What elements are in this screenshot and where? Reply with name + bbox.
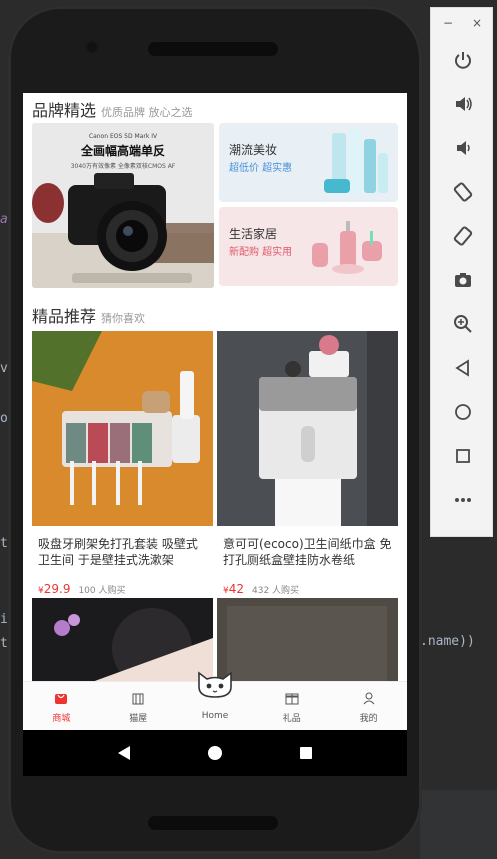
- gift-icon: [253, 690, 330, 706]
- close-button[interactable]: ×: [472, 16, 482, 30]
- zoom-button[interactable]: [431, 302, 494, 346]
- brand-card-home[interactable]: 生活家居 新配购 超实用: [219, 207, 398, 286]
- more-button[interactable]: [431, 478, 494, 522]
- front-camera: [87, 42, 97, 52]
- bottom-tab-bar: 商城 猫屋 Home 礼品 我的: [23, 671, 407, 730]
- product-image-partial: [217, 598, 398, 682]
- back-button[interactable]: [431, 346, 494, 390]
- bath-set-image: [312, 221, 382, 274]
- camera-icon: [454, 273, 471, 287]
- more-icon: [454, 498, 471, 502]
- card-title: 生活家居: [229, 227, 278, 241]
- card-tagline: 新配购 超实用: [229, 247, 293, 258]
- recommend-section-header: 精品推荐 猜你喜欢: [32, 303, 145, 327]
- home-icon: [454, 404, 471, 420]
- volume-down-icon: [456, 141, 470, 155]
- back-icon[interactable]: [116, 745, 132, 761]
- screenshot-button[interactable]: [431, 258, 494, 302]
- brand-banner-camera[interactable]: Canon EOS 5D Mark IV 全画幅高端单反 3040万有效像素 全…: [32, 123, 214, 288]
- rotate-left-icon: [453, 182, 472, 202]
- tab-label: 猫屋: [129, 714, 148, 724]
- tab-cat-house[interactable]: 猫屋: [100, 682, 177, 730]
- emulator-toolbar: − ×: [430, 7, 493, 537]
- tab-home[interactable]: Home: [177, 671, 254, 730]
- tissue-box-image: [217, 331, 398, 526]
- tab-shop[interactable]: 商城: [23, 682, 100, 730]
- bottom-speaker: [148, 816, 278, 830]
- app-screen: 品牌精选 优质品牌 放心之选 Canon EOS 5D Mark IV 全画幅高…: [23, 93, 407, 776]
- rotate-right-button[interactable]: [431, 214, 494, 258]
- power-icon: [454, 52, 471, 69]
- product-title: 意可可(ecoco)卫生间纸巾盒 免打孔厕纸盒壁挂防水卷纸: [223, 537, 392, 567]
- rotate-right-icon: [453, 226, 472, 246]
- section-title: 精品推荐: [32, 307, 97, 326]
- overview-button[interactable]: [431, 434, 494, 478]
- recents-square-icon[interactable]: [298, 745, 314, 761]
- section-subtitle: 优质品牌 放心之选: [101, 106, 193, 119]
- product-card[interactable]: 意可可(ecoco)卫生间纸巾盒 免打孔厕纸盒壁挂防水卷纸 ¥ 42 432 人…: [217, 331, 398, 596]
- home-button[interactable]: [431, 390, 494, 434]
- toothbrush-holder-image: [32, 331, 213, 526]
- volume-up-button[interactable]: [431, 82, 494, 126]
- tab-label: 我的: [359, 714, 378, 724]
- product-card-partial[interactable]: [217, 598, 398, 682]
- rotate-left-button[interactable]: [431, 170, 494, 214]
- product-card[interactable]: 吸盘牙刷架免打孔套装 吸壁式卫生间 于是壁挂式洗漱架 ¥ 29.9 100 人购…: [32, 331, 213, 596]
- banner-detail: 3040万有效像素 全像素双核CMOS AF: [70, 163, 176, 170]
- back-icon: [454, 359, 469, 377]
- product-image: [32, 331, 213, 526]
- card-tagline: 超低价 超实惠: [229, 163, 293, 174]
- tab-profile[interactable]: 我的: [330, 682, 407, 730]
- product-meta: ¥ 42 432 人购买: [217, 582, 398, 596]
- product-price: 29.9: [43, 582, 71, 596]
- product-card-partial[interactable]: [32, 598, 213, 682]
- cosmetics-image: [324, 129, 388, 193]
- ide-code-fragment: .name)): [420, 634, 475, 649]
- card-title: 潮流美妆: [229, 143, 278, 157]
- home-circle-icon[interactable]: [207, 745, 223, 761]
- product-image-partial: [32, 598, 213, 682]
- tab-label: 礼品: [282, 714, 301, 724]
- banner-model: Canon EOS 5D Mark IV: [88, 133, 158, 140]
- section-title: 品牌精选: [32, 101, 97, 120]
- brand-section-header: 品牌精选 优质品牌 放心之选: [32, 97, 193, 121]
- power-button[interactable]: [431, 38, 494, 82]
- section-subtitle: 猜你喜欢: [101, 312, 146, 325]
- android-nav-bar: [23, 730, 407, 776]
- cat-face-icon: [177, 671, 254, 706]
- product-title: 吸盘牙刷架免打孔套装 吸壁式卫生间 于是壁挂式洗漱架: [38, 537, 198, 567]
- zoom-icon: [453, 315, 472, 333]
- brand-card-beauty[interactable]: 潮流美妆 超低价 超实惠: [219, 123, 398, 202]
- banner-headline: 全画幅高端单反: [80, 144, 165, 158]
- product-price: 42: [228, 582, 245, 596]
- tab-label: 商城: [52, 714, 71, 724]
- product-image: [217, 331, 398, 526]
- product-meta: ¥ 29.9 100 人购买: [32, 582, 213, 596]
- sold-count: 100 人购买: [78, 586, 126, 596]
- tab-gift[interactable]: 礼品: [253, 682, 330, 730]
- sold-count: 432 人购买: [252, 586, 300, 596]
- shop-bag-icon: [23, 690, 100, 706]
- earpiece-speaker: [148, 42, 278, 56]
- ide-panel: [420, 790, 497, 859]
- volume-down-button[interactable]: [431, 126, 494, 170]
- cat-house-icon: [100, 690, 177, 706]
- overview-icon: [455, 449, 470, 463]
- toolbar-window-controls: − ×: [431, 8, 492, 30]
- minimize-button[interactable]: −: [443, 16, 453, 30]
- tab-label: Home: [201, 711, 229, 721]
- banner-caption: Canon EOS 5D Mark IV 全画幅高端单反 3040万有效像素 全…: [32, 133, 214, 170]
- user-icon: [330, 690, 407, 706]
- volume-up-icon: [455, 97, 472, 111]
